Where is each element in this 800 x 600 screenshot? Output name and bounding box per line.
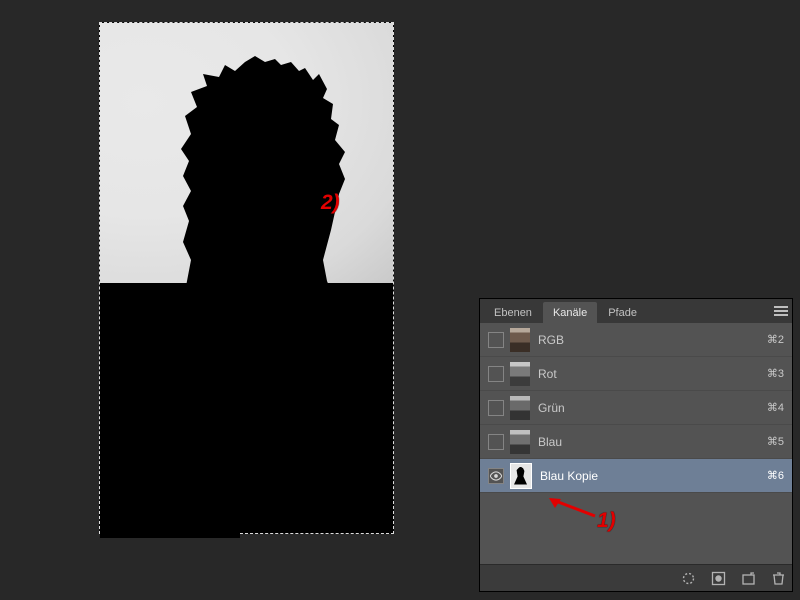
tab-paths[interactable]: Pfade: [598, 302, 647, 323]
visibility-toggle[interactable]: [488, 332, 504, 348]
channel-name: Rot: [538, 367, 767, 381]
new-channel-icon[interactable]: [740, 570, 756, 586]
channel-shortcut: ⌘3: [767, 367, 784, 380]
selection-marquee: [99, 22, 394, 534]
channel-shortcut: ⌘5: [767, 435, 784, 448]
tab-channels[interactable]: Kanäle: [543, 302, 597, 323]
panel-tabs: Ebenen Kanäle Pfade: [480, 299, 792, 323]
tab-layers[interactable]: Ebenen: [484, 302, 542, 323]
channel-thumbnail[interactable]: [510, 430, 530, 454]
channel-shortcut: ⌘6: [767, 469, 784, 482]
channel-thumbnail[interactable]: [510, 396, 530, 420]
visibility-toggle[interactable]: [488, 468, 504, 484]
document-canvas[interactable]: [99, 22, 394, 534]
channel-thumbnail[interactable]: [510, 362, 530, 386]
channel-thumbnail[interactable]: [510, 328, 530, 352]
visibility-toggle[interactable]: [488, 400, 504, 416]
channel-name: Blau: [538, 435, 767, 449]
channel-row-r[interactable]: Rot⌘3: [480, 357, 792, 391]
channel-row-rgb[interactable]: RGB⌘2: [480, 323, 792, 357]
delete-channel-icon[interactable]: [770, 570, 786, 586]
channel-name: Grün: [538, 401, 767, 415]
channels-panel: Ebenen Kanäle Pfade RGB⌘2Rot⌘3Grün⌘4Blau…: [480, 299, 792, 591]
channel-row-copy[interactable]: Blau Kopie⌘6: [480, 459, 792, 493]
visibility-toggle[interactable]: [488, 434, 504, 450]
channel-list: RGB⌘2Rot⌘3Grün⌘4Blau⌘5Blau Kopie⌘6: [480, 323, 792, 493]
annotation-2: 2): [321, 192, 340, 213]
panel-footer: [480, 564, 792, 591]
channel-row-g[interactable]: Grün⌘4: [480, 391, 792, 425]
panel-menu-icon[interactable]: [770, 299, 792, 323]
channel-name: Blau Kopie: [540, 469, 767, 483]
channel-row-b[interactable]: Blau⌘5: [480, 425, 792, 459]
channel-thumbnail[interactable]: [510, 463, 532, 489]
channel-shortcut: ⌘4: [767, 401, 784, 414]
save-selection-as-channel-icon[interactable]: [710, 570, 726, 586]
load-selection-icon[interactable]: [680, 570, 696, 586]
channel-name: RGB: [538, 333, 767, 347]
channel-shortcut: ⌘2: [767, 333, 784, 346]
panel-spacer: [480, 493, 792, 562]
annotation-1: 1): [597, 510, 616, 531]
visibility-toggle[interactable]: [488, 366, 504, 382]
